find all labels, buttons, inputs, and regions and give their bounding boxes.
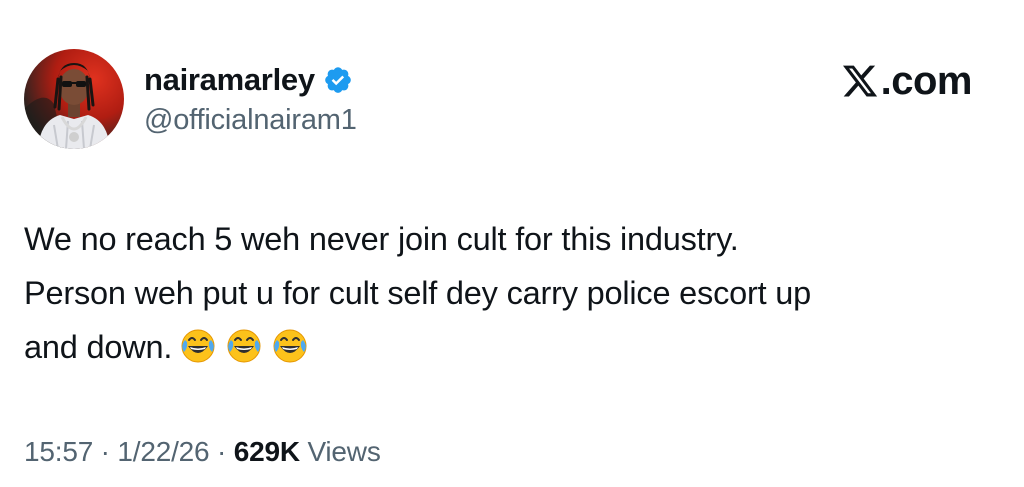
tears-of-joy-icon <box>178 326 218 366</box>
user-name-row: nairamarley <box>144 60 353 100</box>
tweet-meta: 15:57 · 1/22/26 · 629K Views <box>24 436 381 468</box>
tears-of-joy-icon <box>224 326 264 366</box>
views-label: Views <box>307 436 381 467</box>
meta-separator: · <box>93 436 118 467</box>
tweet-text: We no reach 5 weh never join cult for th… <box>24 212 1004 374</box>
avatar[interactable] <box>24 49 124 149</box>
tweet-card: nairamarley @officialnairam1 .com We no … <box>0 0 1024 487</box>
tweet-line: We no reach 5 weh never join cult for th… <box>24 221 739 257</box>
tweet-line: Person weh put u for cult self dey carry… <box>24 275 812 311</box>
views-count[interactable]: 629K <box>234 436 300 467</box>
tweet-time[interactable]: 15:57 <box>24 436 93 467</box>
tweet-date[interactable]: 1/22/26 <box>117 436 209 467</box>
user-handle[interactable]: @officialnairam1 <box>144 104 357 137</box>
logo-text: .com <box>880 58 973 103</box>
profile-photo-icon <box>24 63 110 149</box>
meta-separator: · <box>209 436 234 467</box>
x-com-logo[interactable]: .com <box>841 58 973 104</box>
x-logo-icon <box>841 62 879 100</box>
display-name[interactable]: nairamarley <box>144 62 315 98</box>
tears-of-joy-icon <box>270 326 310 366</box>
verified-badge-icon <box>323 65 353 95</box>
tweet-line-last: and down. <box>24 320 1004 374</box>
tweet-line-text: and down. <box>24 329 173 365</box>
